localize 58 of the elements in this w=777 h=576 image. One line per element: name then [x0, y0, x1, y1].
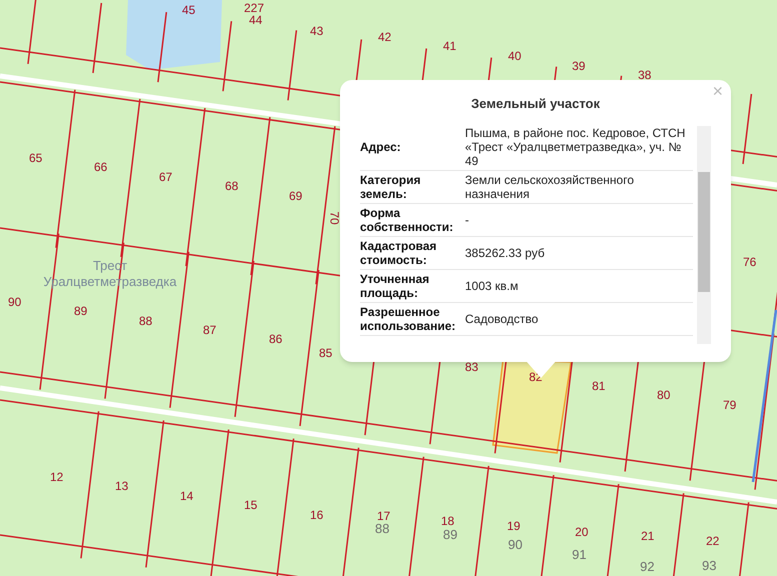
old-parcel-number: 93: [702, 559, 716, 572]
parcel-number: 83: [465, 361, 478, 373]
field-value: 1003 кв.м: [465, 278, 520, 292]
parcel-number: 69: [289, 190, 302, 202]
popup-title: Земельный участок: [470, 95, 601, 113]
parcel-number: 41: [443, 40, 456, 52]
old-parcel-number: 88: [375, 522, 390, 535]
parcel-number: 89: [74, 305, 88, 317]
field-value: Пышма, в районе пос. Кедровое, СТСН «Трест «Уралцветметразведка», уч. № 49: [465, 126, 686, 168]
parcel-number: 45: [182, 4, 196, 16]
field-label: Адрес:: [360, 140, 402, 154]
field-label: Категория земель:: [360, 172, 422, 200]
parcel-number: 17: [377, 510, 390, 522]
parcel-number: 19: [507, 520, 520, 532]
parcel-number: 65: [29, 152, 42, 164]
parcel-number: 88: [139, 315, 152, 327]
parcel-number: 80: [657, 389, 670, 401]
field-label: Кадастровая стоимость:: [360, 238, 438, 266]
parcel-number: 81: [592, 380, 606, 392]
parcel-number: 68: [225, 180, 238, 192]
old-parcel-number: 92: [640, 560, 654, 573]
field-value: Земли сельскохозяйственного назначения: [465, 172, 635, 200]
parcel-number: 227: [244, 2, 264, 14]
old-parcel-number: 89: [443, 528, 458, 541]
parcel-number: 79: [723, 399, 736, 411]
parcel-number: 18: [441, 515, 454, 527]
scroll-thumb[interactable]: [698, 172, 710, 292]
parcel-number: 40: [508, 50, 522, 62]
parcel-number: 12: [50, 471, 64, 483]
parcel-number: 43: [310, 25, 324, 37]
parcel-number: 42: [378, 31, 392, 43]
parcel-number: 67: [159, 171, 172, 183]
parcel-number: 76: [743, 256, 756, 268]
parcel-number: 20: [575, 526, 588, 538]
parcel-number: 90: [8, 296, 22, 308]
close-button[interactable]: ×: [712, 82, 723, 100]
parcel-number: 44: [249, 14, 262, 26]
field-label: Уточненная площадь:: [360, 272, 430, 300]
field-label: Разрешенное использование:: [360, 304, 457, 332]
field-value: -: [465, 212, 470, 226]
parcel-number: 70: [328, 211, 341, 225]
parcel-number: 85: [319, 347, 332, 359]
field-value: 385262.33 руб: [465, 246, 546, 260]
parcel-number: 13: [115, 480, 128, 492]
parcel-number: 39: [572, 60, 586, 72]
parcel-number: 15: [244, 499, 258, 511]
field-value: Садоводство: [465, 312, 540, 326]
parcel-number: 16: [310, 509, 324, 521]
parcel-number: 22: [706, 535, 720, 547]
old-parcel-number: 90: [508, 538, 522, 551]
old-parcel-number: 91: [572, 548, 586, 561]
parcel-number: 86: [269, 333, 282, 345]
parcel-number: 14: [180, 490, 194, 502]
parcel-number: 87: [203, 324, 216, 336]
parcel-number: 21: [641, 530, 654, 542]
field-label: Форма собственности:: [360, 206, 454, 234]
parcel-number: 66: [94, 161, 108, 173]
parcel-number: 38: [638, 69, 652, 81]
